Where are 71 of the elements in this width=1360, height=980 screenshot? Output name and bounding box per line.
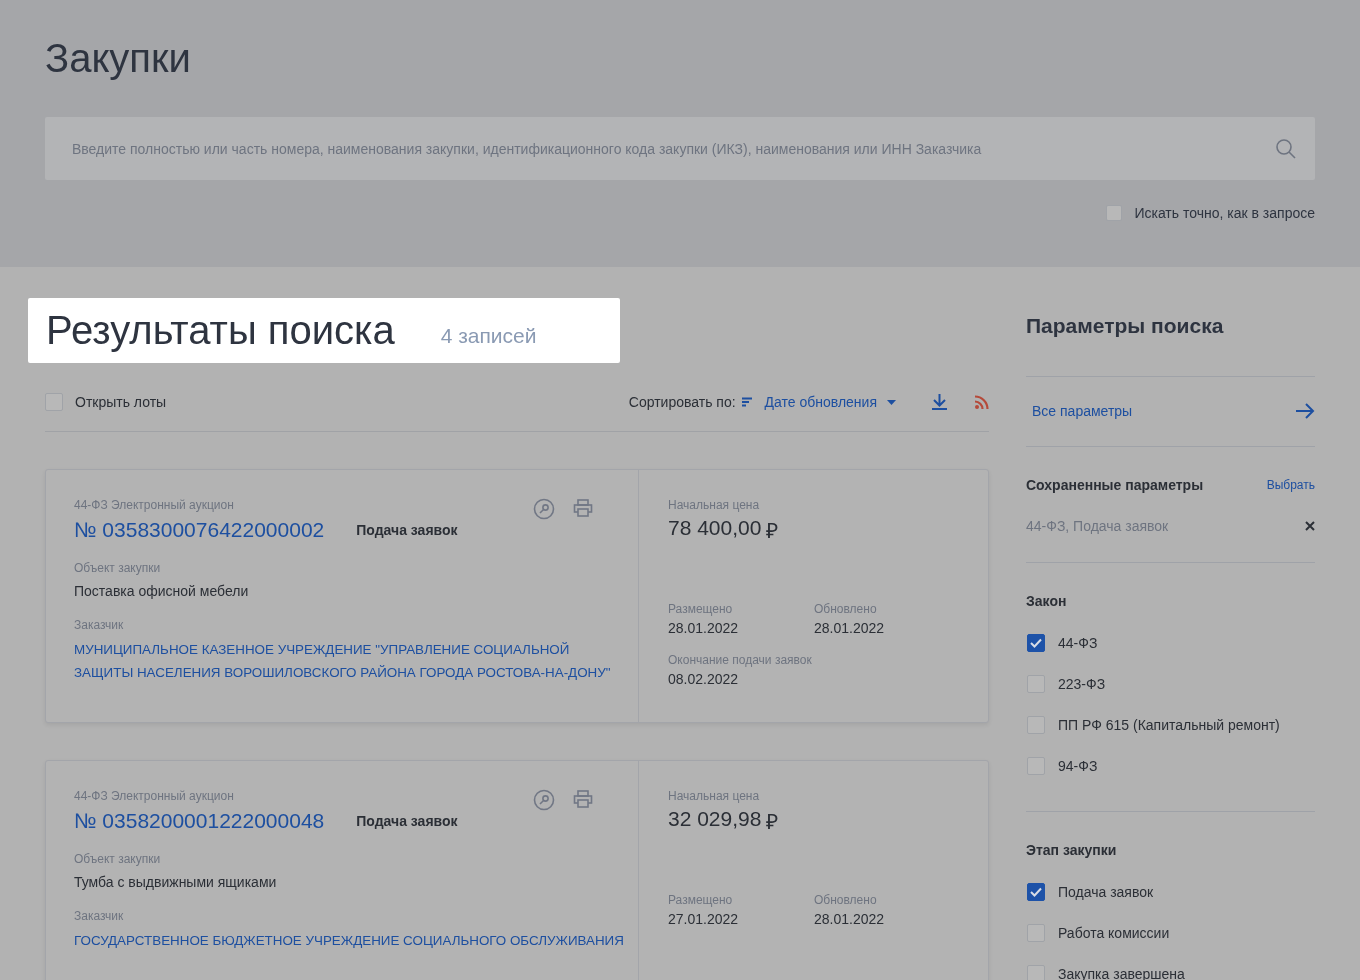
date-value: 28.01.2022 — [814, 911, 886, 927]
date-value: 08.02.2022 — [668, 671, 740, 687]
checkbox[interactable] — [1106, 205, 1123, 221]
checkbox[interactable] — [45, 393, 63, 411]
key-icon[interactable] — [533, 789, 555, 811]
checkbox-label: 44-ФЗ — [1058, 634, 1098, 651]
checkbox-label: Искать точно, как в запросе — [1134, 205, 1315, 221]
rss-icon[interactable] — [975, 395, 989, 409]
field-label: Объект закупки — [74, 561, 161, 575]
checkbox-label: Подача заявок — [1058, 883, 1154, 900]
customer-link[interactable]: МУНИЦИПАЛЬНОЕ КАЗЕННОЕ УЧРЕЖДЕНИЕ "УПРАВЛЕНИЕ СОЦИАЛЬНОЙ ЗАЩИТЫ НАСЕЛЕНИЯ ВОРОШИЛОВСКОГО РАЙОНА ГОРОДА РОСТОВА-НА-ДОНУ" — [74, 638, 627, 684]
checkbox[interactable] — [1027, 756, 1045, 775]
printer-icon[interactable] — [573, 789, 593, 809]
procurement-type: 44-ФЗ Электронный аукцион — [74, 498, 234, 512]
field-label: Заказчик — [74, 618, 124, 632]
checkbox-label: 223-ФЗ — [1058, 675, 1106, 692]
sort-icon[interactable] — [741, 397, 752, 407]
currency-sign: ₽ — [766, 809, 779, 835]
field-label: Заказчик — [74, 909, 124, 923]
search-icon[interactable] — [1275, 137, 1297, 160]
procurement-object: Поставка офисной мебели — [74, 583, 250, 599]
printer-icon[interactable] — [573, 498, 593, 518]
checkbox[interactable] — [1027, 882, 1045, 901]
field-label: Начальная цена — [668, 789, 760, 803]
checkbox-label: 94-ФЗ — [1058, 757, 1098, 774]
sidebar-title: Параметры поиска — [1026, 314, 1315, 377]
caret-icon[interactable] — [887, 399, 896, 405]
field-label: Обновлено — [814, 602, 877, 616]
page-title: Закупки — [45, 36, 191, 82]
close-icon[interactable] — [1305, 521, 1315, 531]
field-label: Размещено — [668, 602, 733, 616]
filter-group-title: Этап закупки — [1026, 842, 1118, 858]
choose-link[interactable]: Выбрать — [1266, 478, 1315, 492]
field-label: Обновлено — [814, 893, 877, 907]
key-icon[interactable] — [533, 498, 555, 520]
checkbox[interactable] — [1027, 715, 1045, 734]
download-icon[interactable] — [932, 394, 947, 410]
customer-link[interactable]: ГОСУДАРСТВЕННОЕ БЮДЖЕТНОЕ УЧРЕЖДЕНИЕ СОЦИАЛЬНОГО ОБСЛУЖИВАНИЯ — [74, 929, 627, 952]
checkbox-label: ПП РФ 615 (Капитальный ремонт) — [1058, 716, 1280, 733]
checkbox[interactable] — [1027, 923, 1045, 942]
results-title: Результаты поиска — [46, 308, 395, 353]
sort-label: Сортировать по: — [628, 394, 736, 410]
price-value: 78 400,00 — [668, 516, 762, 541]
price-value: 32 029,98 — [668, 807, 762, 832]
date-value: 28.01.2022 — [814, 620, 886, 636]
field-label: Объект закупки — [74, 852, 161, 866]
filter-group-title: Закон — [1026, 593, 1068, 609]
checkbox[interactable] — [1027, 674, 1045, 693]
procurement-number-link[interactable]: № 0358300076422000002 — [74, 518, 325, 542]
procurement-object: Тумба с выдвижными ящиками — [74, 874, 278, 890]
date-value: 28.01.2022 — [668, 620, 740, 636]
arrow-right-icon[interactable] — [1295, 403, 1315, 419]
results-count: 4 записей — [440, 323, 537, 348]
checkbox[interactable] — [1027, 633, 1045, 652]
procurement-status: Подача заявок — [356, 813, 458, 829]
saved-parameters-title: Сохраненные параметры — [1026, 477, 1204, 493]
checkbox[interactable] — [1027, 964, 1045, 980]
field-label: Начальная цена — [668, 498, 760, 512]
procurement-number-link[interactable]: № 0358200001222000048 — [74, 809, 325, 833]
checkbox-label: Работа комиссии — [1058, 924, 1170, 941]
sort-dropdown[interactable]: Дате обновления — [764, 394, 877, 410]
checkbox-label: Открыть лоты — [75, 394, 168, 410]
field-label: Окончание подачи заявок — [668, 653, 812, 667]
procurement-type: 44-ФЗ Электронный аукцион — [74, 789, 234, 803]
procurement-status: Подача заявок — [356, 522, 458, 538]
search-field[interactable]: Введите полностью или часть номера, наименования закупки, идентификационного кода закупки (ИКЗ), наименования или ИНН Заказчика — [45, 117, 1315, 180]
currency-sign: ₽ — [766, 518, 779, 544]
all-parameters-link[interactable]: Все параметры — [1032, 403, 1133, 419]
field-label: Размещено — [668, 893, 733, 907]
saved-parameter-item[interactable]: 44-ФЗ, Подача заявок — [1026, 518, 1169, 534]
date-value: 27.01.2022 — [668, 911, 740, 927]
